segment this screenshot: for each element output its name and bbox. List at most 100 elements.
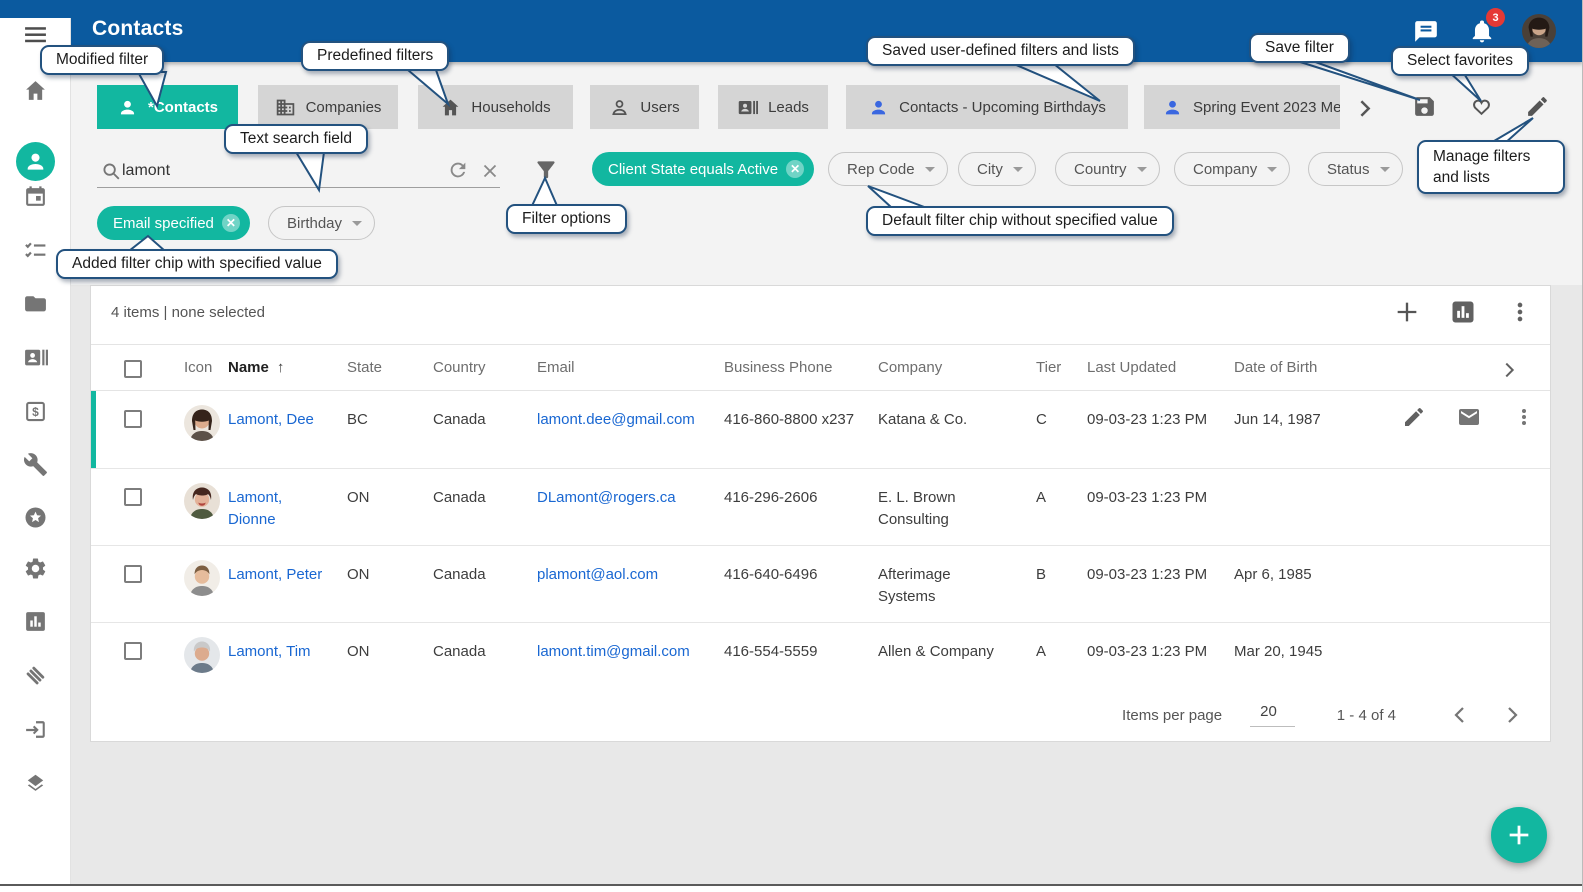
chat-icon[interactable] (1413, 19, 1439, 45)
favorites-heart-icon[interactable] (1469, 94, 1494, 119)
column-setup-chart-icon[interactable] (1449, 298, 1477, 326)
more-kebab-icon[interactable] (1512, 405, 1536, 429)
save-filter-icon[interactable] (1412, 94, 1437, 119)
pagination-bar: Items per page 20 1 - 4 of 4 (1122, 703, 1524, 727)
tab-users[interactable]: Users (590, 85, 699, 129)
page-title: Contacts (92, 17, 183, 41)
select-all-checkbox[interactable] (124, 345, 184, 382)
contact-name-link[interactable]: Lamont, Dionne (228, 489, 282, 528)
cell-company: E. L. Brown Consulting (878, 469, 1036, 531)
callout-modified-filter: Modified filter (40, 45, 164, 75)
tab-households[interactable]: Households (418, 85, 573, 129)
table-row[interactable]: Lamont, Tim ON Canada lamont.tim@gmail.c… (91, 623, 1550, 685)
tab-contacts[interactable]: *Contacts (97, 85, 238, 129)
tools-icon[interactable] (23, 452, 48, 477)
avatar (184, 637, 220, 673)
search-input[interactable] (122, 158, 422, 184)
avatar (184, 483, 220, 519)
filter-chip-birthday[interactable]: Birthday (268, 206, 375, 240)
filter-funnel-icon[interactable] (533, 157, 559, 183)
tab-contacts-upcoming-birthdays[interactable]: Contacts - Upcoming Birthdays (846, 85, 1128, 129)
calendar-icon[interactable] (23, 184, 48, 209)
column-icon[interactable]: Icon (184, 345, 228, 376)
edit-pencil-icon[interactable] (1402, 405, 1426, 429)
contacts-list-card: 4 items | none selected Icon Name↑ State… (90, 285, 1551, 742)
starred-icon[interactable] (23, 505, 48, 530)
column-name[interactable]: Name↑ (228, 345, 347, 376)
next-page-icon[interactable] (1500, 703, 1524, 727)
user-avatar[interactable] (1522, 14, 1556, 48)
filter-chip-company[interactable]: Company (1174, 152, 1290, 186)
tab-label: Users (640, 99, 679, 116)
menu-icon[interactable] (23, 22, 48, 47)
person-icon (117, 97, 138, 118)
table-row[interactable]: Lamont, Dee BC Canada lamont.dee@gmail.c… (91, 391, 1550, 469)
tab-companies[interactable]: Companies (258, 85, 398, 129)
callout-text-search-field: Text search field (224, 124, 368, 154)
column-country[interactable]: Country (433, 345, 537, 376)
column-email[interactable]: Email (537, 345, 724, 376)
person-icon-blue (1162, 97, 1183, 118)
column-business-phone[interactable]: Business Phone (724, 345, 878, 376)
row-checkbox[interactable] (124, 469, 184, 513)
callout-default-chip: Default filter chip without specified va… (866, 206, 1174, 236)
filter-chip-country[interactable]: Country (1055, 152, 1160, 186)
filter-chip-status[interactable]: Status (1308, 152, 1403, 186)
items-per-page-select[interactable]: 20 (1250, 703, 1295, 727)
handshake-icon[interactable] (23, 663, 48, 688)
email-envelope-icon[interactable] (1457, 405, 1481, 429)
more-columns-chevron-icon[interactable] (1366, 345, 1550, 381)
sort-ascending-icon: ↑ (277, 359, 285, 376)
folder-icon[interactable] (23, 291, 48, 316)
items-per-page-label: Items per page (1122, 707, 1222, 724)
row-checkbox[interactable] (124, 623, 184, 667)
email-link[interactable]: plamont@aol.com (537, 566, 658, 583)
address-book-icon[interactable] (23, 345, 48, 370)
contact-name-link[interactable]: Lamont, Dee (228, 411, 314, 428)
cell-tier: C (1036, 391, 1087, 431)
svg-text:$: $ (32, 405, 39, 419)
chevron-down-icon (1380, 167, 1390, 172)
home-icon[interactable] (23, 78, 48, 103)
selection-summary: 4 items | none selected (111, 304, 265, 321)
cell-country: Canada (433, 469, 537, 509)
filter-chip-email[interactable]: Email specified ✕ (97, 206, 250, 240)
filter-chip-client-state[interactable]: Client State equals Active ✕ (592, 152, 814, 186)
contact-name-link[interactable]: Lamont, Tim (228, 643, 311, 660)
tab-spring-event[interactable]: Spring Event 2023 Me (1144, 85, 1340, 129)
email-link[interactable]: DLamont@rogers.ca (537, 489, 676, 506)
more-kebab-icon[interactable] (1506, 298, 1534, 326)
sidebar-item-contacts[interactable] (16, 142, 55, 181)
column-tier[interactable]: Tier (1036, 345, 1087, 376)
settings-icon[interactable] (23, 556, 48, 581)
column-last-updated[interactable]: Last Updated (1087, 345, 1234, 376)
tabs-overflow-chevron-icon[interactable] (1352, 96, 1377, 121)
add-icon[interactable] (1393, 298, 1421, 326)
person-outline-icon (609, 97, 630, 118)
row-checkbox[interactable] (124, 546, 184, 590)
previous-page-icon[interactable] (1448, 703, 1472, 727)
quotes-icon[interactable]: $ (23, 399, 48, 424)
refresh-icon[interactable] (447, 159, 469, 181)
column-date-of-birth[interactable]: Date of Birth (1234, 345, 1366, 376)
column-company[interactable]: Company (878, 345, 1036, 376)
add-contact-fab[interactable] (1491, 807, 1547, 863)
reports-icon[interactable] (23, 609, 48, 634)
filter-chip-rep-code[interactable]: Rep Code (828, 152, 948, 186)
table-row[interactable]: Lamont, Dionne ON Canada DLamont@rogers.… (91, 469, 1550, 546)
tab-leads[interactable]: Leads (718, 85, 828, 129)
table-row[interactable]: Lamont, Peter ON Canada plamont@aol.com … (91, 546, 1550, 623)
tasks-icon[interactable] (23, 238, 48, 263)
filter-chip-city[interactable]: City (958, 152, 1036, 186)
clear-search-icon[interactable] (479, 160, 501, 182)
remove-filter-icon[interactable]: ✕ (786, 160, 804, 178)
email-link[interactable]: lamont.tim@gmail.com (537, 643, 690, 660)
remove-filter-icon[interactable]: ✕ (222, 214, 240, 232)
sign-in-icon[interactable] (23, 717, 48, 742)
email-link[interactable]: lamont.dee@gmail.com (537, 411, 695, 428)
layers-icon[interactable] (23, 770, 48, 795)
manage-pencil-icon[interactable] (1525, 94, 1550, 119)
column-state[interactable]: State (347, 345, 433, 376)
contact-name-link[interactable]: Lamont, Peter (228, 566, 322, 583)
row-checkbox[interactable] (124, 391, 184, 435)
